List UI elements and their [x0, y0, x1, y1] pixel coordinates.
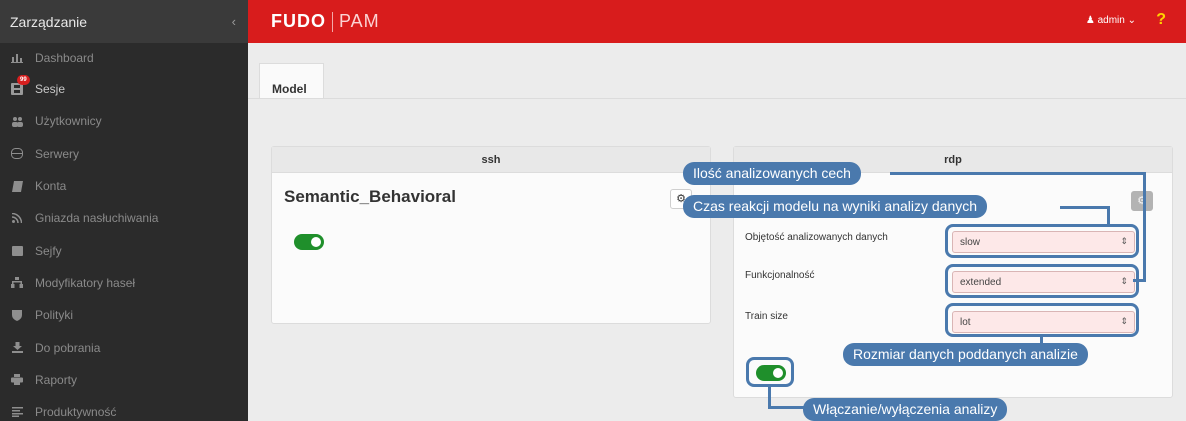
sidebar-item-dashboard[interactable]: Dashboard	[0, 43, 248, 73]
help-button[interactable]: ?	[1156, 11, 1166, 29]
logo-product: PAM	[339, 11, 380, 31]
logo-brand: FUDO	[271, 11, 326, 31]
connector-line	[1107, 206, 1110, 226]
sidebar-item-label: Sejfy	[35, 243, 62, 258]
sidebar-item-label: Produktywność	[35, 405, 117, 420]
safe-icon	[8, 245, 26, 257]
bar-chart-icon	[8, 52, 26, 64]
sidebar: Zarządzanie ‹ Dashboard 99 Sesje Użytkow…	[0, 0, 248, 421]
sidebar-item-serwery[interactable]: Serwery	[0, 138, 248, 170]
sidebar-item-label: Serwery	[35, 146, 80, 161]
sidebar-item-sejfy[interactable]: Sejfy	[0, 234, 248, 266]
print-icon	[8, 374, 26, 386]
sidebar-item-konta[interactable]: Konta	[0, 170, 248, 202]
highlight-data-volume	[945, 224, 1139, 258]
app-logo[interactable]: FUDO PAM	[271, 11, 380, 32]
connector-line	[890, 172, 1146, 175]
sidebar-item-label: Dashboard	[35, 51, 94, 65]
rss-icon	[8, 212, 26, 224]
connector-line	[768, 406, 808, 409]
sidebar-item-label: Modyfikatory haseł	[35, 275, 136, 290]
sitemap-icon	[8, 277, 26, 289]
user-menu[interactable]: ♟ admin ⌄	[1086, 15, 1136, 26]
connector-line	[1143, 172, 1146, 282]
ssh-analysis-toggle[interactable]	[294, 234, 324, 250]
sidebar-item-label: Gniazda nasłuchiwania	[35, 211, 159, 226]
highlight-train-size	[945, 303, 1139, 337]
server-icon	[8, 148, 26, 160]
sessions-count-badge: 99	[17, 75, 30, 85]
sidebar-item-polityki[interactable]: Polityki	[0, 299, 248, 331]
panel-header: ssh	[272, 147, 710, 173]
user-icon: ♟	[1085, 15, 1095, 26]
sidebar-item-sesje[interactable]: 99 Sesje	[0, 73, 248, 105]
users-icon	[8, 115, 26, 127]
list-icon	[8, 406, 26, 418]
callout-size: Rozmiar danych poddanych analizie	[843, 343, 1088, 366]
callout-toggle: Włączanie/wyłączenia analizy	[803, 398, 1008, 421]
tab-model[interactable]: Model	[259, 63, 324, 99]
sidebar-item-modyfikatory[interactable]: Modyfikatory haseł	[0, 267, 248, 299]
sidebar-item-label: Do pobrania	[35, 340, 101, 355]
field-label: Funkcjonalność	[745, 270, 815, 281]
tab-divider	[248, 98, 1186, 99]
sidebar-title: Zarządzanie	[10, 13, 88, 30]
sidebar-item-raporty[interactable]: Raporty	[0, 364, 248, 396]
model-name: Semantic_Behavioral	[284, 187, 456, 206]
callout-reaction: Czas reakcji modelu na wyniki analizy da…	[683, 195, 988, 218]
sidebar-item-produktywnosc[interactable]: Produktywność	[0, 396, 248, 421]
chevron-down-icon: ⌄	[1127, 15, 1136, 26]
connector-line	[1060, 206, 1110, 209]
download-icon	[8, 342, 26, 354]
connector-line	[1133, 279, 1146, 282]
sidebar-item-gniazda[interactable]: Gniazda nasłuchiwania	[0, 202, 248, 234]
sidebar-header: Zarządzanie ‹	[0, 0, 248, 43]
ssh-panel: ssh Semantic_Behavioral ⚙	[271, 146, 711, 324]
book-icon	[8, 180, 26, 192]
field-label: Objętość analizowanych danych	[745, 232, 888, 243]
shield-icon	[8, 309, 26, 321]
field-label: Train size	[745, 311, 788, 322]
sidebar-item-label: Polityki	[35, 308, 74, 323]
topbar: FUDO PAM ♟ admin ⌄ ?	[248, 0, 1186, 43]
user-name: admin	[1097, 15, 1125, 26]
gear-icon[interactable]: ⚙	[1131, 191, 1153, 211]
sidebar-item-label: Sesje	[35, 82, 66, 97]
callout-features: Ilość analizowanych cech	[683, 162, 861, 185]
collapse-sidebar-icon[interactable]: ‹	[232, 14, 236, 29]
highlight-toggle	[746, 357, 794, 387]
sidebar-item-label: Użytkownicy	[35, 114, 102, 129]
sidebar-item-do-pobrania[interactable]: Do pobrania	[0, 331, 248, 363]
highlight-functionality	[945, 264, 1139, 298]
sidebar-item-label: Raporty	[35, 372, 78, 387]
sidebar-item-uzytkownicy[interactable]: Użytkownicy	[0, 105, 248, 137]
logo-divider	[332, 11, 333, 32]
sidebar-item-label: Konta	[35, 179, 67, 194]
